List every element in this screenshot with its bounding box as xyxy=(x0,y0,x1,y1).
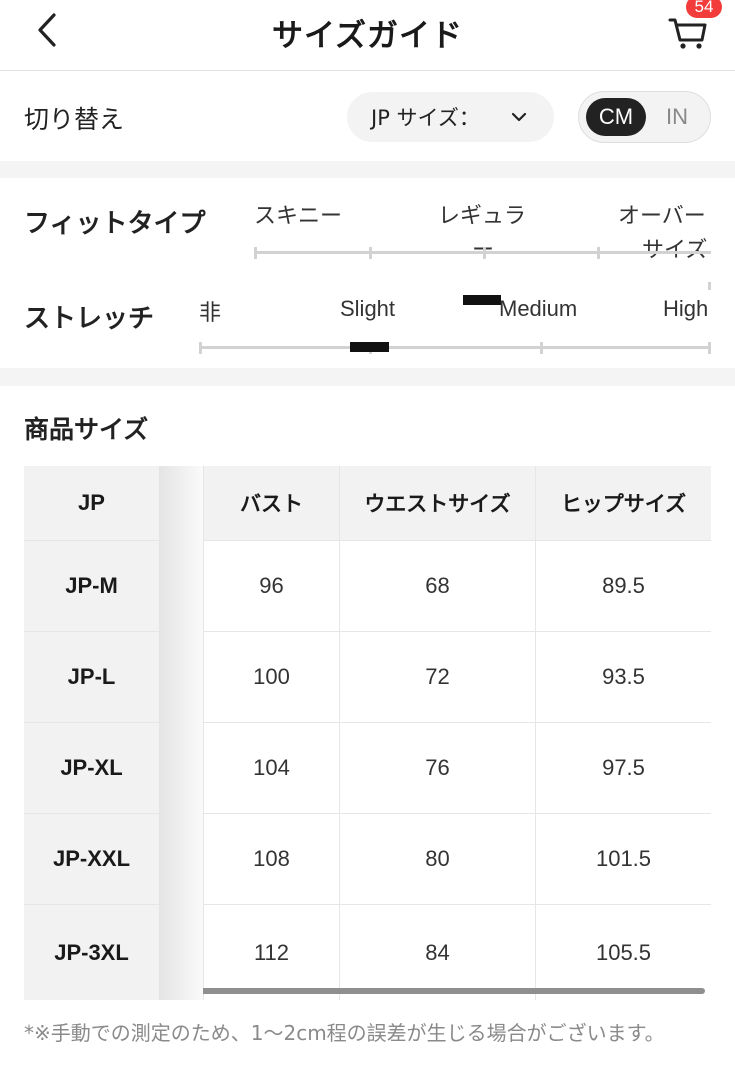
size-system-select[interactable]: JP サイズ： xyxy=(347,92,554,142)
stretch-option-high: High xyxy=(663,296,709,321)
stretch-track xyxy=(199,346,711,349)
size-system-value: JP サイズ： xyxy=(371,106,480,130)
size-column-header: JP xyxy=(24,466,159,541)
switch-label: 切り替え xyxy=(24,105,125,134)
size-cell: JP-XL xyxy=(24,723,159,814)
fit-tick xyxy=(254,247,257,259)
stretch-label: ストレッチ xyxy=(24,304,155,334)
stretch-option-medium: Medium xyxy=(499,296,578,321)
measurement-columns[interactable]: バスト ウエストサイズ ヒップサイズ 96 68 89.5 100 72 93.… xyxy=(203,466,711,1000)
fit-tick xyxy=(483,247,486,259)
fit-type-label: フィットタイプ xyxy=(24,209,206,239)
size-cell: JP-XXL xyxy=(24,814,159,905)
unit-toggle: CM IN xyxy=(578,91,711,143)
table-cell: 112 xyxy=(203,905,340,1000)
fit-option-skinny: スキニー xyxy=(254,204,343,229)
stretch-tick xyxy=(199,342,202,354)
size-cell: JP-L xyxy=(24,632,159,723)
fit-option-oversize: オーバー xyxy=(618,204,706,229)
table-scrollbar[interactable] xyxy=(200,988,705,994)
stretch-tick xyxy=(708,342,711,354)
product-size-section: 商品サイズ JP JP-M JP-L JP-XL JP-XXL JP-3XL バ… xyxy=(0,386,735,1080)
stretch-option-none: 非 xyxy=(199,301,222,326)
cart-count-badge: 54 xyxy=(686,0,722,18)
column-header-waist: ウエストサイズ xyxy=(340,466,536,541)
fit-option-regular: レギュラ xyxy=(438,204,527,229)
fit-tick xyxy=(708,282,711,290)
fit-tick xyxy=(369,247,372,259)
fit-tick xyxy=(597,247,600,259)
cart-icon xyxy=(668,18,707,49)
cart-button[interactable] xyxy=(664,12,712,52)
table-cell: 96 xyxy=(203,541,340,632)
table-cell: 97.5 xyxy=(536,723,711,814)
chevron-down-icon xyxy=(511,112,527,122)
table-cell: 80 xyxy=(340,814,536,905)
table-cell: 76 xyxy=(340,723,536,814)
table-cell: 84 xyxy=(340,905,536,1000)
stretch-tick xyxy=(540,342,543,354)
table-cell: 101.5 xyxy=(536,814,711,905)
fit-section: フィットタイプ スキニー レギュラ ー オーバー サイズ ストレッチ 非 Sli… xyxy=(0,178,735,368)
page-title: サイズガイド xyxy=(271,18,464,54)
column-header-bust: バスト xyxy=(203,466,340,541)
unit-cm-button[interactable]: CM xyxy=(586,98,646,136)
size-cell: JP-3XL xyxy=(54,939,129,965)
table-cell: 104 xyxy=(203,723,340,814)
size-table[interactable]: JP JP-M JP-L JP-XL JP-XXL JP-3XL バスト ウエス… xyxy=(24,466,711,1000)
size-cell: JP-M xyxy=(24,541,159,632)
switch-row: 切り替え JP サイズ： CM IN xyxy=(0,72,735,161)
table-cell: 93.5 xyxy=(536,632,711,723)
section-divider xyxy=(0,368,735,386)
stretch-indicator xyxy=(350,342,389,352)
section-divider xyxy=(0,161,735,178)
size-column: JP JP-M JP-L JP-XL JP-XXL JP-3XL xyxy=(24,466,159,1000)
table-cell: 72 xyxy=(340,632,536,723)
stretch-option-slight: Slight xyxy=(340,296,396,321)
table-cell: 89.5 xyxy=(536,541,711,632)
table-cell: 68 xyxy=(340,541,536,632)
measurement-note: *※手動での測定のため、1〜2cm程の誤差が生じる場合がございます。 xyxy=(24,1021,665,1045)
column-shadow xyxy=(159,466,203,1000)
unit-in-button[interactable]: IN xyxy=(649,98,705,136)
product-size-title: 商品サイズ xyxy=(24,415,149,444)
column-header-hip: ヒップサイズ xyxy=(536,466,711,541)
table-cell: 100 xyxy=(203,632,340,723)
table-cell: 108 xyxy=(203,814,340,905)
fit-option-oversize-wrap: サイズ xyxy=(642,232,707,264)
table-cell: 105.5 xyxy=(595,939,652,965)
top-bar: サイズガイド 54 xyxy=(0,0,735,71)
fit-indicator xyxy=(463,295,501,305)
